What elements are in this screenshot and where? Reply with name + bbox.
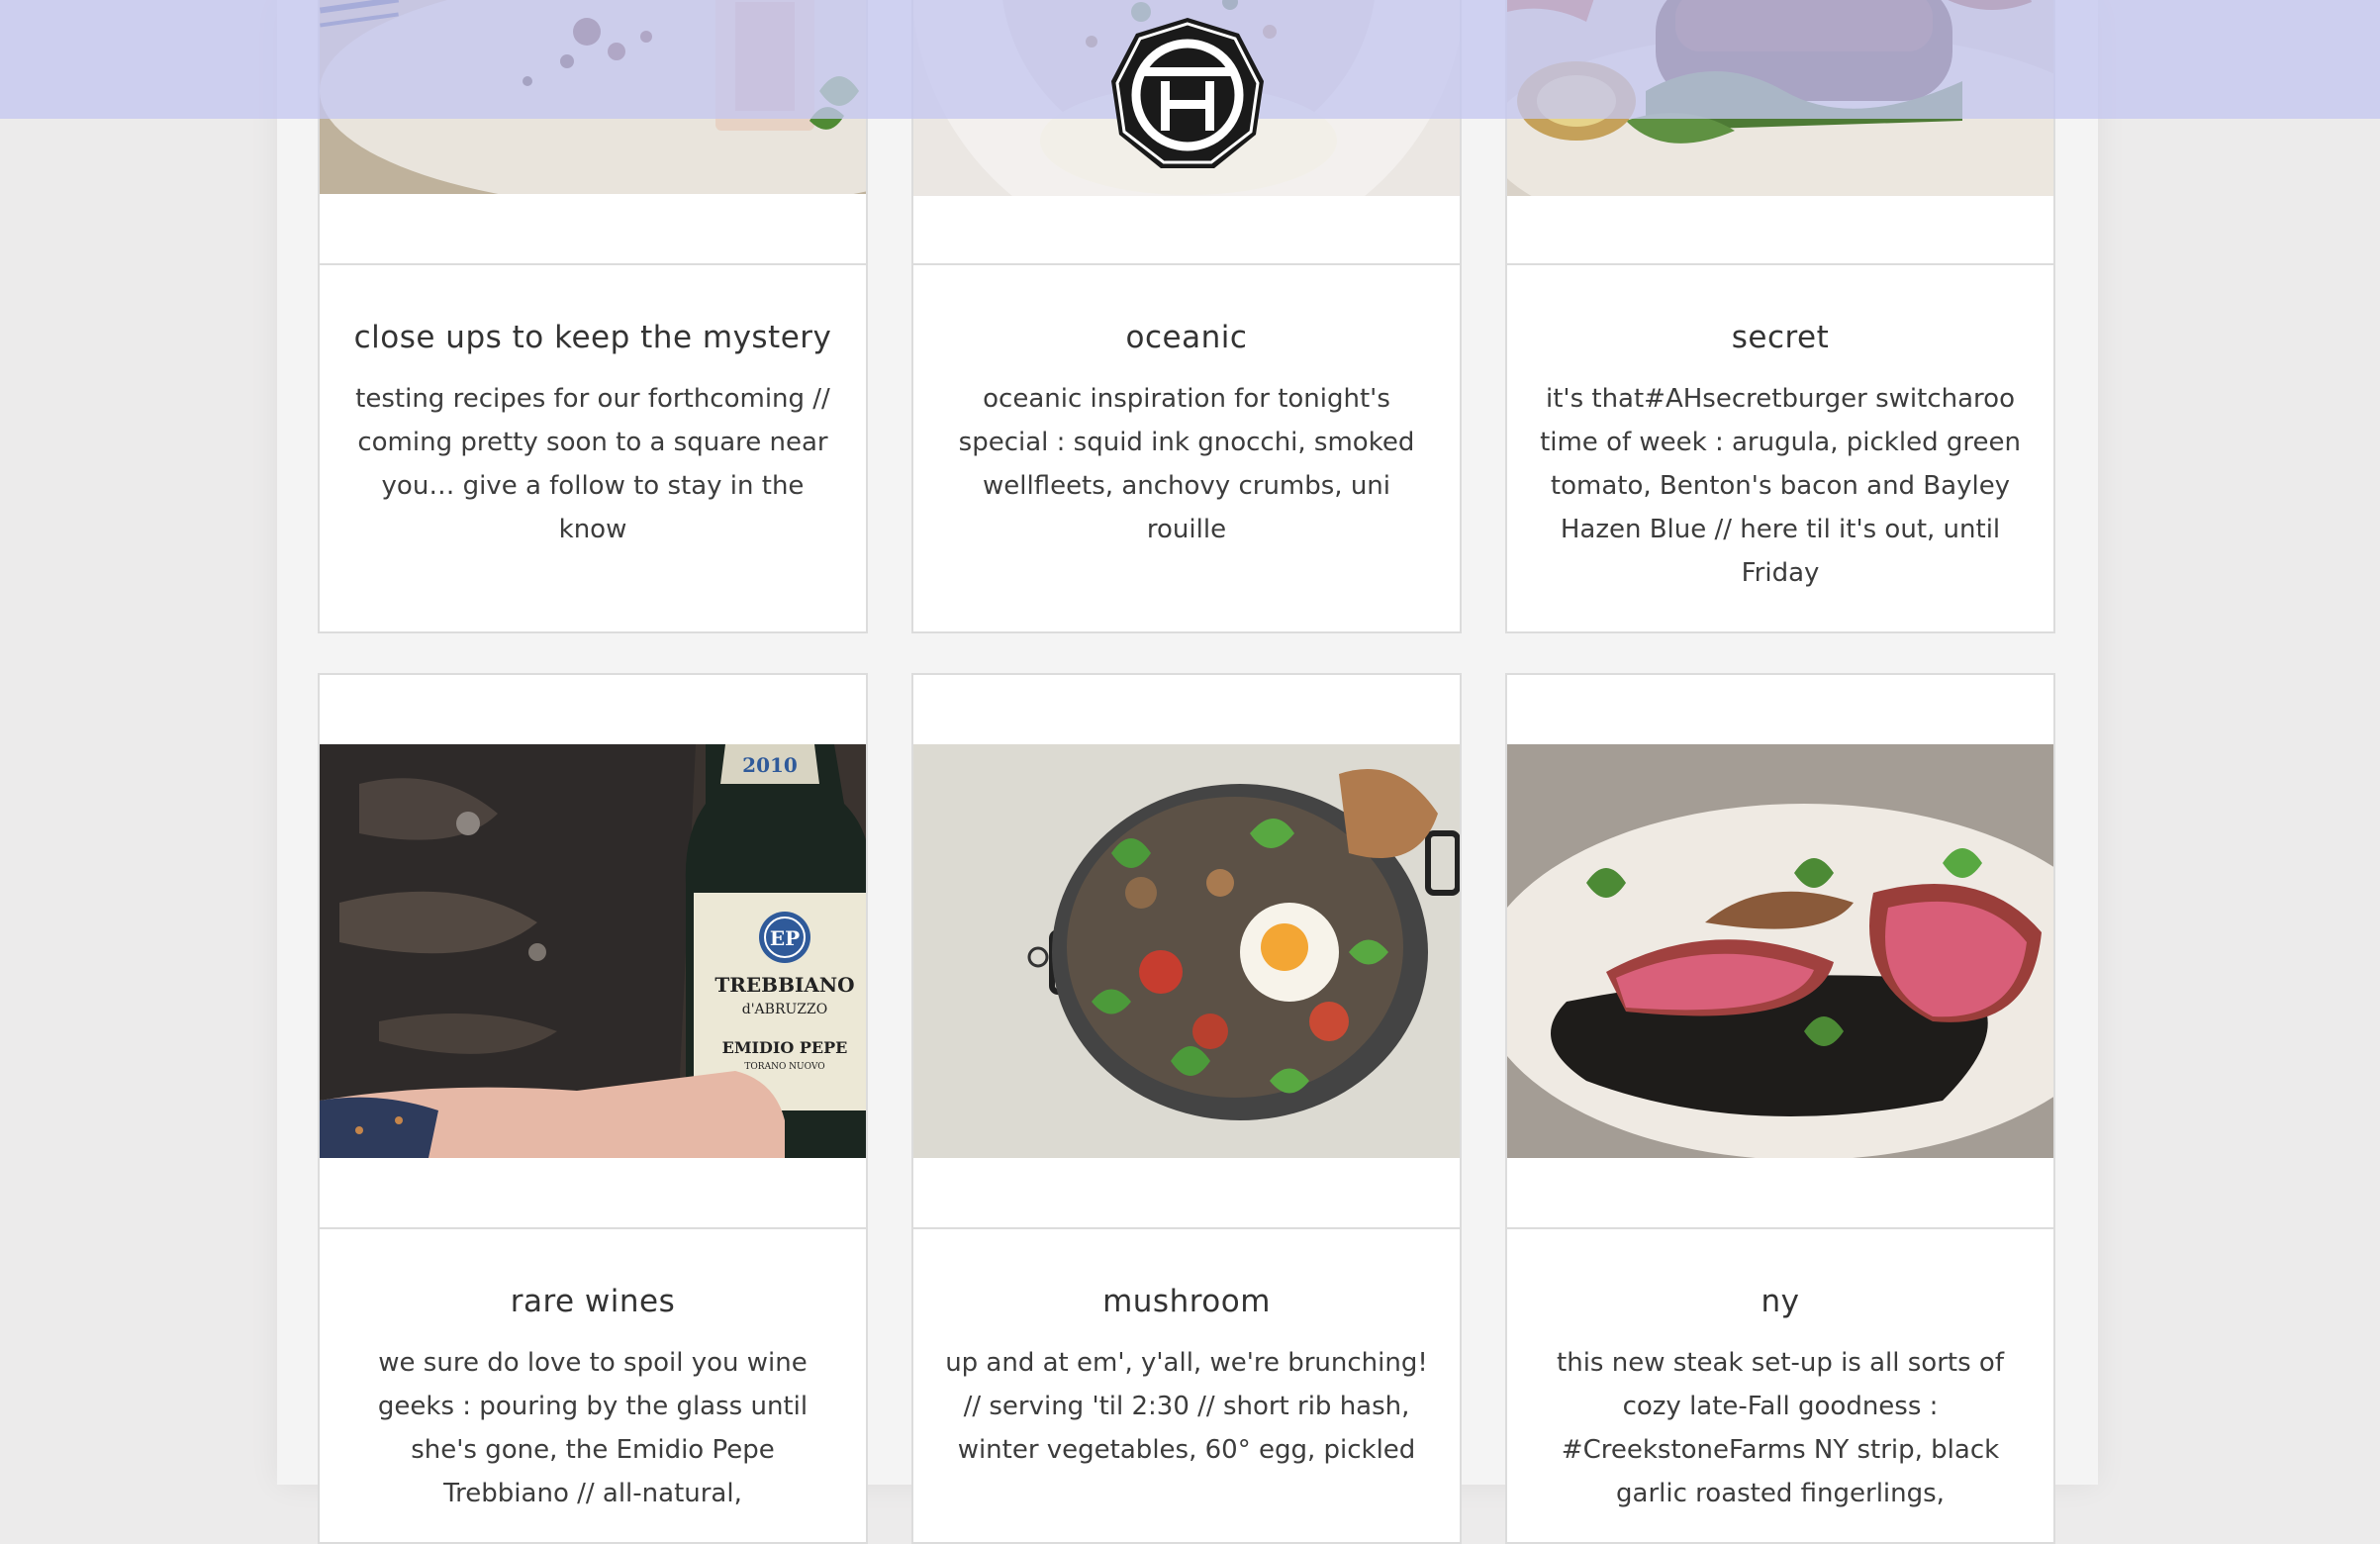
ah-logo-icon[interactable] <box>1105 12 1270 176</box>
post-title: ny <box>1761 1284 1800 1319</box>
card-divider <box>320 1227 866 1229</box>
post-title: rare wines <box>510 1284 676 1319</box>
post-caption: oceanic oceanic inspiration for tonight'… <box>941 320 1432 551</box>
post-caption: secret it's that#AHsecretburger switchar… <box>1535 320 2026 595</box>
post-title: oceanic <box>1125 320 1248 355</box>
post-photo-steak[interactable] <box>1507 744 2053 1158</box>
post-description: oceanic inspiration for tonight's specia… <box>958 384 1415 544</box>
post-description: this new steak set-up is all sorts of co… <box>1557 1348 2004 1508</box>
post-caption: mushroom up and at em', y'all, we're bru… <box>941 1284 1432 1472</box>
card-divider <box>1507 1227 2053 1229</box>
post-caption: ny this new steak set-up is all sorts of… <box>1535 1284 2026 1515</box>
post-title: mushroom <box>1102 1284 1271 1319</box>
post-photo-skillet[interactable] <box>913 744 1460 1158</box>
bottle-region: d'ABRUZZO <box>742 1002 827 1017</box>
bottle-monogram: EP <box>770 926 800 950</box>
card-divider <box>320 263 866 265</box>
brunch-skillet-photo <box>913 744 1460 1158</box>
post-card[interactable]: mushroom up and at em', y'all, we're bru… <box>911 673 1462 1544</box>
post-title: close ups to keep the mystery <box>353 320 832 355</box>
bottle-producer: EMIDIO PEPE <box>722 1038 848 1057</box>
card-divider <box>913 1227 1460 1229</box>
post-title: secret <box>1731 320 1830 355</box>
card-divider <box>913 263 1460 265</box>
post-card[interactable]: EP 2010 TREBBIANO d'ABRUZZO EMIDIO PEPE … <box>318 673 868 1544</box>
post-card[interactable]: ny this new steak set-up is all sorts of… <box>1505 673 2055 1544</box>
bottle-vintage: 2010 <box>742 753 798 777</box>
steak-plate-photo <box>1507 744 2053 1158</box>
post-description: testing recipes for our forthcoming // c… <box>355 384 830 544</box>
bottle-wine-name: TREBBIANO <box>714 973 854 997</box>
wine-bottle-photo: EP 2010 TREBBIANO d'ABRUZZO EMIDIO PEPE … <box>320 744 866 1158</box>
post-description: we sure do love to spoil you wine geeks … <box>377 1348 809 1508</box>
post-description: it's that#AHsecretburger switcharoo time… <box>1540 384 2021 588</box>
post-caption: rare wines we sure do love to spoil you … <box>347 1284 838 1515</box>
bottle-town: TORANO NUOVO <box>744 1062 824 1072</box>
card-divider <box>1507 263 2053 265</box>
post-caption: close ups to keep the mystery testing re… <box>347 320 838 551</box>
post-description: up and at em', y'all, we're brunching! /… <box>945 1348 1428 1465</box>
post-photo-wine[interactable]: EP 2010 TREBBIANO d'ABRUZZO EMIDIO PEPE … <box>320 744 866 1158</box>
